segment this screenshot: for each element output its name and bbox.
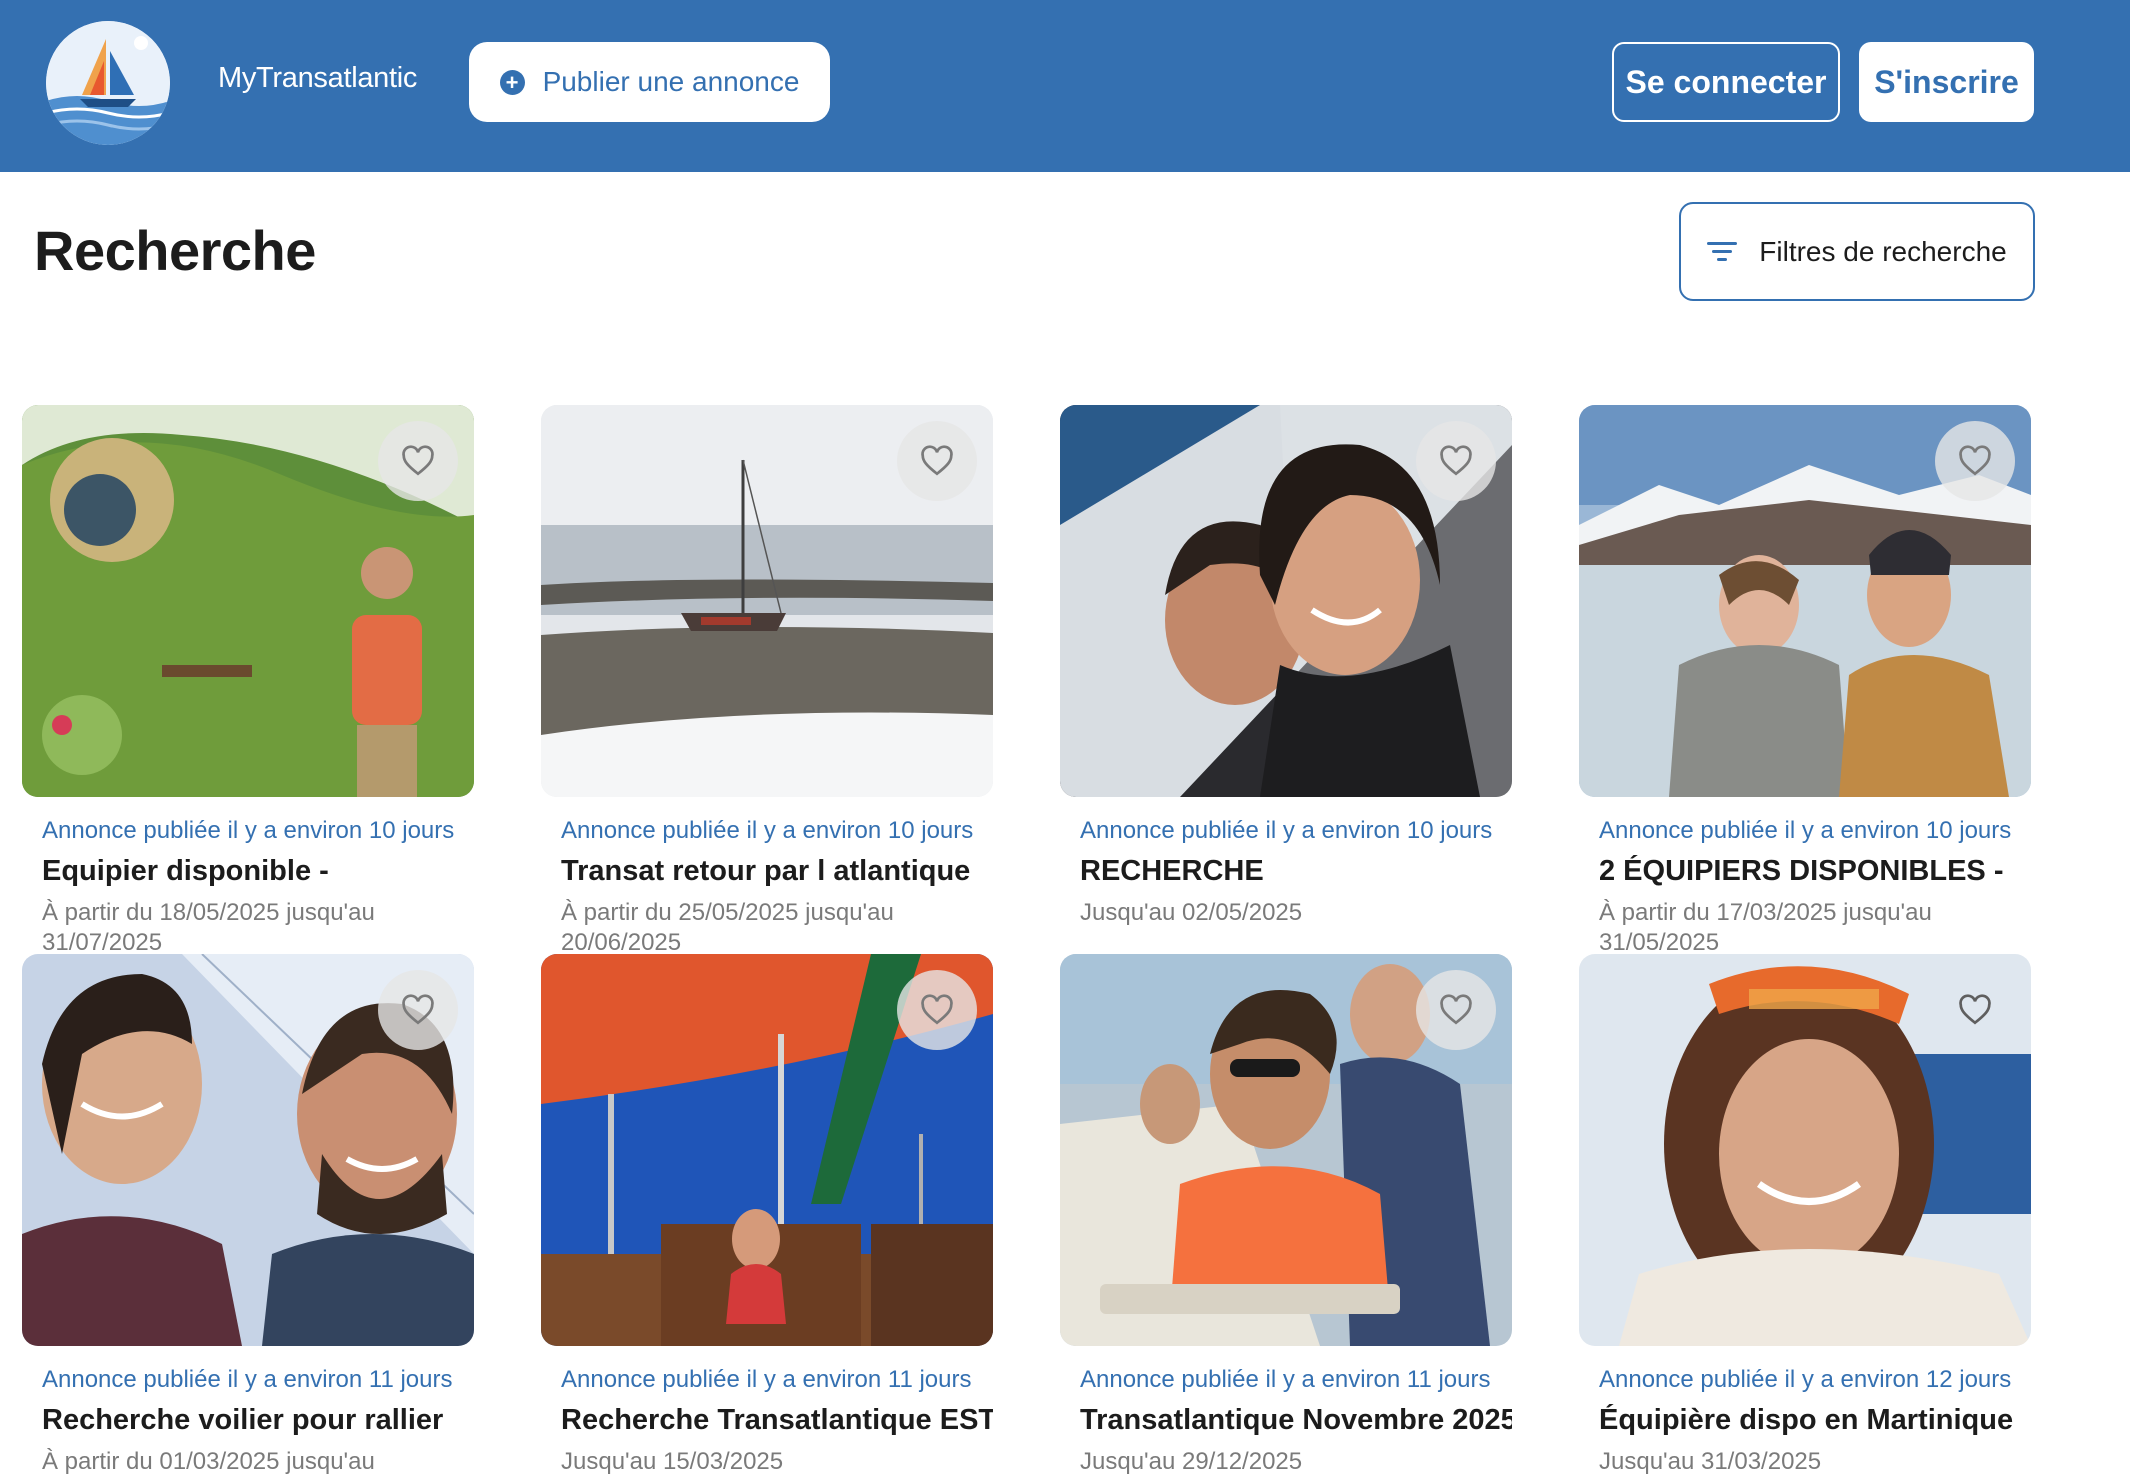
listing-card[interactable]: Annonce publiée il y a environ 10 jours … [1060, 405, 1512, 928]
filter-icon [1707, 242, 1738, 261]
listing-title[interactable]: Transatlantique Novembre 2025 [1080, 1404, 1512, 1437]
listing-dates: Jusqu'au 31/03/2025 [1599, 1448, 1822, 1475]
listing-photo[interactable] [1579, 954, 2031, 1346]
publish-listing-button[interactable]: + Publier une annonce [469, 42, 830, 122]
listing-dates: À partir du 17/03/2025 jusqu'au 31/05/20… [1599, 899, 1932, 956]
listing-photo[interactable] [22, 405, 474, 797]
listing-photo[interactable] [1060, 405, 1512, 797]
top-navbar: MyTransatlantic + Publier une annonce Se… [0, 0, 2130, 172]
listing-card[interactable]: Annonce publiée il y a environ 10 jours … [22, 405, 474, 958]
listing-posted-time: Annonce publiée il y a environ 10 jours [42, 817, 455, 844]
listing-photo[interactable] [1060, 954, 1512, 1346]
listing-title[interactable]: RECHERCHE [1080, 855, 1512, 888]
listing-card[interactable]: Annonce publiée il y a environ 10 jours … [1579, 405, 2031, 958]
listing-title[interactable]: Recherche Transatlantique EST- [561, 1404, 993, 1437]
favorite-heart-icon[interactable] [1935, 421, 2015, 501]
favorite-heart-icon[interactable] [897, 421, 977, 501]
listing-photo[interactable] [541, 405, 993, 797]
favorite-heart-icon[interactable] [1935, 970, 2015, 1050]
publish-listing-label: Publier une annonce [542, 66, 800, 97]
listing-title[interactable]: Transat retour par l atlantique [561, 855, 993, 888]
listing-photo[interactable] [541, 954, 993, 1346]
listing-dates: À partir du 01/03/2025 jusqu'au [42, 1448, 375, 1475]
listing-title[interactable]: 2 ÉQUIPIERS DISPONIBLES - [1599, 855, 2031, 888]
listing-dates: Jusqu'au 29/12/2025 [1080, 1448, 1303, 1475]
listing-card[interactable]: Annonce publiée il y a environ 11 jours … [541, 954, 993, 1476]
listing-dates: Jusqu'au 02/05/2025 [1080, 899, 1303, 926]
brand-logo[interactable] [46, 21, 170, 145]
login-button[interactable]: Se connecter [1612, 42, 1840, 122]
listing-posted-time: Annonce publiée il y a environ 11 jours [42, 1366, 453, 1393]
search-filters-button[interactable]: Filtres de recherche [1679, 202, 2035, 301]
favorite-heart-icon[interactable] [378, 421, 458, 501]
listing-title[interactable]: Équipière dispo en Martinique [1599, 1404, 2031, 1437]
favorite-heart-icon[interactable] [1416, 970, 1496, 1050]
search-filters-label: Filtres de recherche [1759, 235, 2007, 267]
favorite-heart-icon[interactable] [378, 970, 458, 1050]
listing-posted-time: Annonce publiée il y a environ 11 jours [1080, 1366, 1491, 1393]
listing-card[interactable]: Annonce publiée il y a environ 11 jours … [22, 954, 474, 1476]
listing-card[interactable]: Annonce publiée il y a environ 11 jours … [1060, 954, 1512, 1476]
listing-posted-time: Annonce publiée il y a environ 11 jours [561, 1366, 972, 1393]
signup-button[interactable]: S'inscrire [1859, 42, 2034, 122]
listing-photo[interactable] [22, 954, 474, 1346]
listing-posted-time: Annonce publiée il y a environ 10 jours [1599, 817, 2012, 844]
listing-posted-time: Annonce publiée il y a environ 10 jours [1080, 817, 1493, 844]
listing-photo[interactable] [1579, 405, 2031, 797]
app-name[interactable]: MyTransatlantic [218, 62, 417, 95]
favorite-heart-icon[interactable] [1416, 421, 1496, 501]
listing-dates: À partir du 25/05/2025 jusqu'au 20/06/20… [561, 899, 894, 956]
listing-title[interactable]: Equipier disponible - [42, 855, 474, 888]
listing-card[interactable]: Annonce publiée il y a environ 10 jours … [541, 405, 993, 958]
listing-dates: Jusqu'au 15/03/2025 [561, 1448, 784, 1475]
favorite-heart-icon[interactable] [897, 970, 977, 1050]
listing-dates: À partir du 18/05/2025 jusqu'au 31/07/20… [42, 899, 375, 956]
page-title: Recherche [34, 219, 316, 282]
plus-circle-icon: + [499, 69, 525, 95]
listing-posted-time: Annonce publiée il y a environ 10 jours [561, 817, 974, 844]
listing-card[interactable]: Annonce publiée il y a environ 12 jours … [1579, 954, 2031, 1476]
listing-posted-time: Annonce publiée il y a environ 12 jours [1599, 1366, 2012, 1393]
listing-title[interactable]: Recherche voilier pour rallier [42, 1404, 474, 1437]
